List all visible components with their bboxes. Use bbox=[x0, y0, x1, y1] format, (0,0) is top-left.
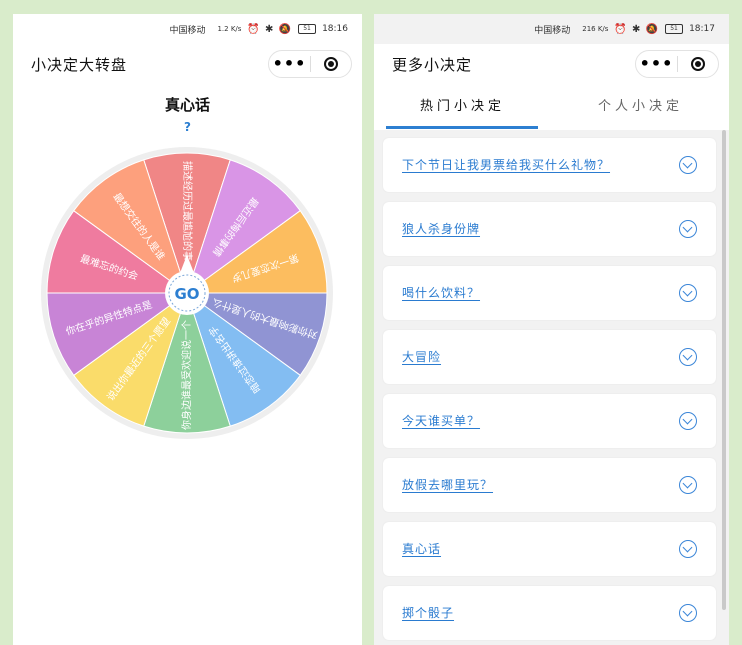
tab-personal-decisions[interactable]: 个人小决定 bbox=[552, 84, 729, 130]
clock: 18:17 bbox=[689, 24, 715, 34]
nav-bar: 小决定大转盘 ••• bbox=[13, 44, 362, 84]
list-item-label[interactable]: 大冒险 bbox=[402, 348, 441, 365]
network-speed: 216 K/s bbox=[582, 25, 609, 33]
nav-bar: 更多小决定 ••• bbox=[374, 44, 729, 84]
page-title: 更多小决定 bbox=[392, 56, 473, 74]
list-item[interactable]: 下个节日让我男票给我买什么礼物？ bbox=[383, 138, 716, 192]
network-speed: 1.2 K/s bbox=[217, 25, 242, 33]
status-bar: 中国移动 216 K/s ⏰ ✱ 🔕 51 18:17 bbox=[374, 14, 729, 44]
list-item[interactable]: 真心话 bbox=[383, 522, 716, 576]
signal-icons: ⏰ ✱ 🔕 bbox=[247, 23, 293, 35]
more-menu-button[interactable]: ••• bbox=[269, 51, 310, 77]
list-item[interactable]: 大冒险 bbox=[383, 330, 716, 384]
clock: 18:16 bbox=[322, 24, 348, 34]
wheel-segment-label: 你身边谁最受欢迎说一个 bbox=[180, 320, 193, 430]
chevron-down-icon[interactable] bbox=[679, 284, 697, 302]
close-button[interactable] bbox=[678, 57, 718, 71]
scrollbar[interactable] bbox=[722, 130, 726, 610]
chevron-down-icon[interactable] bbox=[679, 348, 697, 366]
list-item[interactable]: 掷个骰子 bbox=[383, 586, 716, 640]
wheel-title: 真心话 bbox=[164, 96, 210, 114]
chevron-down-icon[interactable] bbox=[679, 412, 697, 430]
list-item[interactable]: 喝什么饮料？ bbox=[383, 266, 716, 320]
carrier-label: 中国移动 bbox=[534, 25, 571, 36]
decision-list: 下个节日让我男票给我买什么礼物？ 狼人杀身份牌 喝什么饮料？ 大冒险 今天谁买单… bbox=[383, 138, 716, 645]
list-item-label[interactable]: 今天谁买单？ bbox=[402, 412, 480, 429]
chevron-down-icon[interactable] bbox=[679, 540, 697, 558]
status-bar: 中国移动 1.2 K/s ⏰ ✱ 🔕 51 18:16 bbox=[13, 14, 362, 44]
target-icon bbox=[691, 57, 705, 71]
mini-program-capsule: ••• bbox=[635, 50, 719, 78]
list-item-label[interactable]: 掷个骰子 bbox=[402, 604, 454, 621]
chevron-down-icon[interactable] bbox=[679, 156, 697, 174]
tab-bar: 热门小决定 个人小决定 bbox=[374, 84, 729, 130]
close-button[interactable] bbox=[311, 57, 351, 71]
list-item-label[interactable]: 狼人杀身份牌 bbox=[402, 220, 480, 237]
battery-icon: 51 bbox=[665, 24, 684, 34]
carrier-label: 中国移动 bbox=[169, 25, 206, 36]
more-decisions-screen: 中国移动 216 K/s ⏰ ✱ 🔕 51 18:17 更多小决定 ••• 热门… bbox=[374, 14, 729, 645]
list-item[interactable]: 狼人杀身份牌 bbox=[383, 202, 716, 256]
active-tab-indicator bbox=[386, 126, 538, 129]
list-item[interactable]: 放假去哪里玩？ bbox=[383, 458, 716, 512]
help-link[interactable]: ? bbox=[13, 120, 362, 134]
signal-icons: ⏰ ✱ 🔕 bbox=[614, 23, 660, 35]
tab-hot-decisions[interactable]: 热门小决定 bbox=[374, 84, 551, 130]
list-item[interactable]: 今天谁买单？ bbox=[383, 394, 716, 448]
chevron-down-icon[interactable] bbox=[679, 604, 697, 622]
list-item-label[interactable]: 放假去哪里玩？ bbox=[402, 476, 493, 493]
wheel-screen: 中国移动 1.2 K/s ⏰ ✱ 🔕 51 18:16 小决定大转盘 ••• 真… bbox=[13, 14, 362, 645]
spin-wheel: 描述经历过最尴尬的事 最近后悔的事情第一次恋爱几岁对你影响最大的人是什么暗恋过谁讲… bbox=[41, 147, 333, 439]
mini-program-capsule: ••• bbox=[268, 50, 352, 78]
go-button[interactable]: GO bbox=[174, 285, 199, 303]
list-item-label[interactable]: 真心话 bbox=[402, 540, 441, 557]
wheel-segment-label: 描述经历过最尴尬的事 bbox=[181, 161, 194, 261]
target-icon bbox=[324, 57, 338, 71]
chevron-down-icon[interactable] bbox=[679, 476, 697, 494]
page-title: 小决定大转盘 bbox=[31, 56, 128, 74]
more-menu-button[interactable]: ••• bbox=[636, 51, 677, 77]
battery-icon: 51 bbox=[298, 24, 317, 34]
chevron-down-icon[interactable] bbox=[679, 220, 697, 238]
list-item-label[interactable]: 下个节日让我男票给我买什么礼物？ bbox=[402, 156, 610, 173]
list-item-label[interactable]: 喝什么饮料？ bbox=[402, 284, 480, 301]
